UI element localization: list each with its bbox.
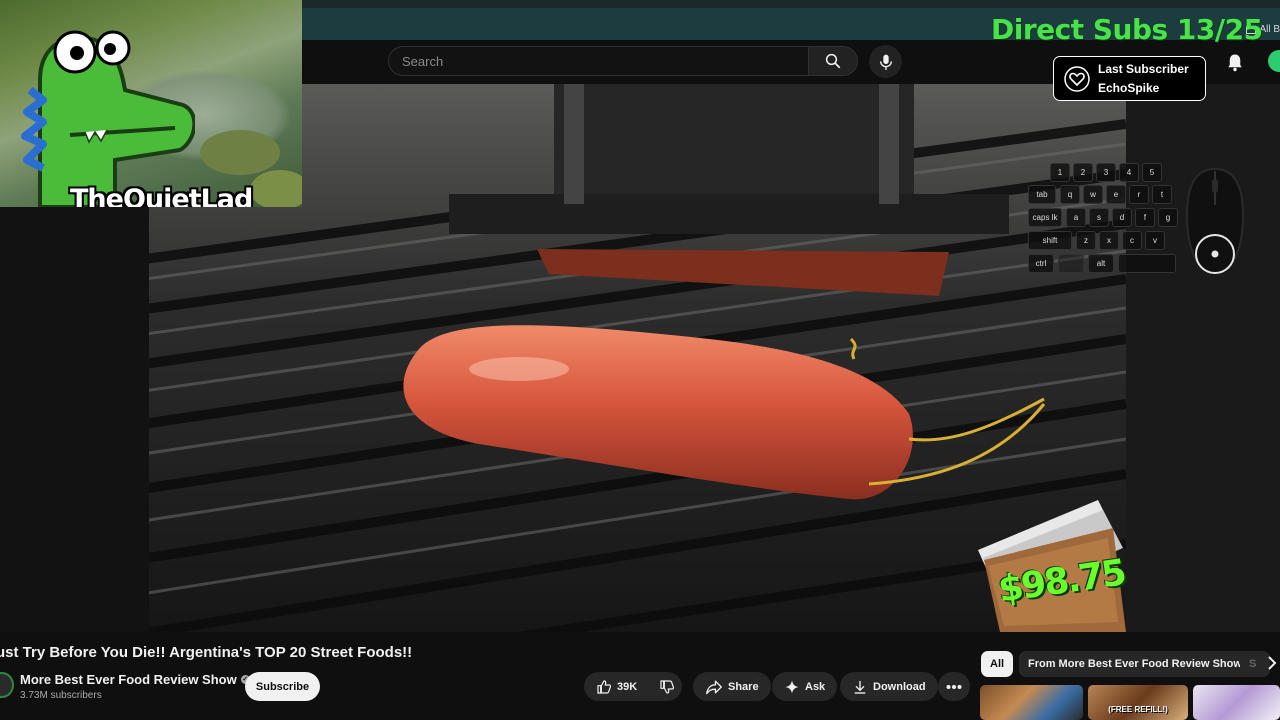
key: tab bbox=[1028, 185, 1056, 204]
screen: { "browser": { "bookmarks_label": "All B… bbox=[0, 0, 1280, 720]
sparkle-icon bbox=[785, 679, 799, 694]
channel-name-text: More Best Ever Food Review Show bbox=[20, 672, 237, 687]
key: 3 bbox=[1096, 163, 1116, 182]
keyboard-overlay: 1 2 3 4 5 tab q w e r t caps lk a s d f … bbox=[1028, 163, 1180, 278]
webcam-rock bbox=[200, 130, 280, 175]
browser-tab-strip bbox=[302, 0, 1280, 8]
recommended-video-thumbnail[interactable] bbox=[1193, 685, 1280, 720]
thumbs-up-icon bbox=[597, 679, 612, 694]
ask-label: Ask bbox=[805, 680, 826, 693]
key: 4 bbox=[1119, 163, 1139, 182]
webcam-rock bbox=[250, 170, 302, 207]
search-icon bbox=[825, 53, 841, 69]
key: f bbox=[1135, 208, 1155, 227]
key: ctrl bbox=[1028, 254, 1054, 273]
thumbs-down-icon[interactable] bbox=[659, 679, 675, 695]
search-box[interactable] bbox=[388, 46, 808, 76]
more-actions-button[interactable] bbox=[938, 672, 970, 701]
voice-search-button[interactable] bbox=[869, 45, 902, 78]
chevron-right-icon[interactable] bbox=[1266, 656, 1280, 674]
key: 2 bbox=[1073, 163, 1093, 182]
direct-subs-counter: Direct Subs 13/25 bbox=[991, 13, 1263, 46]
crocodile-mascot-icon bbox=[21, 30, 195, 207]
key: g bbox=[1158, 208, 1178, 227]
share-label: Share bbox=[728, 680, 759, 693]
subscribe-button[interactable]: Subscribe bbox=[245, 672, 320, 701]
key: shift bbox=[1028, 231, 1072, 250]
subscriber-count: 3.73M subscribers bbox=[20, 690, 102, 701]
bell-icon bbox=[1228, 54, 1242, 72]
key: x bbox=[1099, 231, 1119, 250]
thumbnail-caption: (FREE REFILL!) bbox=[1108, 705, 1168, 714]
channel-name[interactable]: More Best Ever Food Review Show ✓ bbox=[20, 672, 250, 687]
last-subscriber-name: EchoSpike bbox=[1098, 80, 1160, 95]
key: 1 bbox=[1050, 163, 1070, 182]
download-button[interactable]: Download bbox=[840, 672, 938, 701]
streamer-brand-text: TheQuietLad bbox=[70, 184, 253, 207]
notifications-button[interactable] bbox=[1224, 50, 1246, 74]
key: e bbox=[1106, 185, 1126, 204]
recommended-video-thumbnail[interactable]: (FREE REFILL!) bbox=[1088, 685, 1188, 720]
search-button[interactable] bbox=[808, 46, 858, 76]
like-button[interactable]: 39K bbox=[596, 679, 637, 695]
key: c bbox=[1122, 231, 1142, 250]
like-count: 39K bbox=[617, 680, 638, 693]
key: t bbox=[1152, 185, 1172, 204]
download-label: Download bbox=[873, 680, 926, 693]
key-space bbox=[1118, 254, 1176, 273]
key: r bbox=[1129, 185, 1149, 204]
more-horizontal-icon bbox=[946, 684, 962, 689]
left-background bbox=[0, 207, 149, 632]
video-title: ust Try Before You Die!! Argentina's TOP… bbox=[0, 644, 413, 661]
key: z bbox=[1076, 231, 1096, 250]
last-subscriber-title: Last Subscriber bbox=[1098, 61, 1189, 76]
ask-button[interactable]: Ask bbox=[772, 672, 838, 701]
chip-from-channel[interactable]: From More Best Ever Food Review Show bbox=[1019, 651, 1251, 677]
microphone-icon bbox=[879, 54, 892, 70]
key: q bbox=[1060, 185, 1080, 204]
key: caps lk bbox=[1028, 208, 1062, 227]
key: d bbox=[1112, 208, 1132, 227]
share-icon bbox=[706, 680, 722, 694]
search-input[interactable] bbox=[402, 47, 808, 75]
heart-icon bbox=[1064, 65, 1090, 92]
webcam-overlay: TheQuietLad bbox=[0, 0, 302, 207]
chip-all[interactable]: All bbox=[981, 651, 1014, 677]
recommended-video-thumbnail[interactable] bbox=[980, 685, 1083, 720]
key: 5 bbox=[1142, 163, 1162, 182]
like-dislike-group: 39K bbox=[584, 672, 682, 701]
key-blank bbox=[1058, 254, 1084, 273]
key: s bbox=[1089, 208, 1109, 227]
key: v bbox=[1145, 231, 1165, 250]
download-icon bbox=[854, 680, 866, 694]
key: a bbox=[1066, 208, 1086, 227]
key: w bbox=[1083, 185, 1103, 204]
last-subscriber-card: Last Subscriber EchoSpike bbox=[1053, 56, 1206, 101]
mouse-overlay-icon bbox=[1185, 167, 1245, 275]
key: alt bbox=[1088, 254, 1114, 273]
share-button[interactable]: Share bbox=[693, 672, 771, 701]
